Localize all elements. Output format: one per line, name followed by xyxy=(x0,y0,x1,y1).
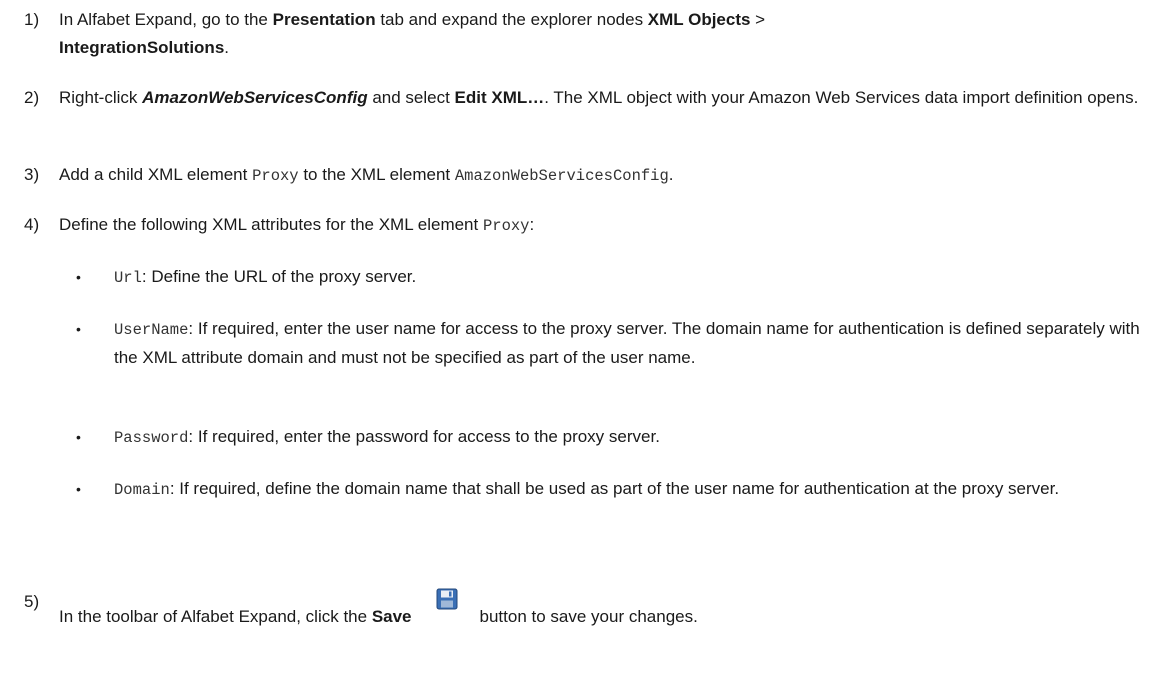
step-text: Add a child XML element Proxy to the XML… xyxy=(59,165,674,185)
step-number: 1) xyxy=(24,10,40,29)
code-attribute: UserName xyxy=(114,321,189,339)
bullet-icon: • xyxy=(76,481,81,497)
code-proxy: Proxy xyxy=(482,217,530,235)
save-floppy-icon xyxy=(436,588,458,610)
code-attribute: Url xyxy=(114,269,142,287)
step-number: 3) xyxy=(24,165,40,184)
step-text: In the toolbar of Alfabet Expand, click … xyxy=(59,588,1150,631)
ui-term-presentation: Presentation xyxy=(272,10,376,29)
bullet-icon: • xyxy=(76,321,81,337)
step-text: In Alfabet Expand, go to the Presentatio… xyxy=(59,10,766,57)
step-text: Right-click AmazonWebServicesConfig and … xyxy=(59,88,1139,107)
ui-term-xml-objects: XML Objects xyxy=(647,10,751,29)
ui-term-amazon-config: AmazonWebServicesConfig xyxy=(142,88,368,107)
step-number: 4) xyxy=(24,215,40,234)
code-attribute: Domain xyxy=(114,481,170,499)
ui-term-integration-solutions: IntegrationSolutions xyxy=(59,38,225,57)
ui-term-save: Save xyxy=(371,607,412,626)
step-number: 5) xyxy=(24,592,40,611)
ui-term-edit-xml: Edit XML… xyxy=(454,88,545,107)
document-page: 1) In Alfabet Expand, go to the Presenta… xyxy=(0,0,1167,678)
bullet-icon: • xyxy=(76,429,81,445)
code-attribute: Password xyxy=(114,429,189,447)
code-proxy: Proxy xyxy=(252,167,299,185)
step-number: 2) xyxy=(24,88,40,107)
step-text: Define the following XML attributes for … xyxy=(59,215,535,235)
code-amazon-config: AmazonWebServicesConfig xyxy=(454,167,669,185)
bullet-icon: • xyxy=(76,269,81,285)
